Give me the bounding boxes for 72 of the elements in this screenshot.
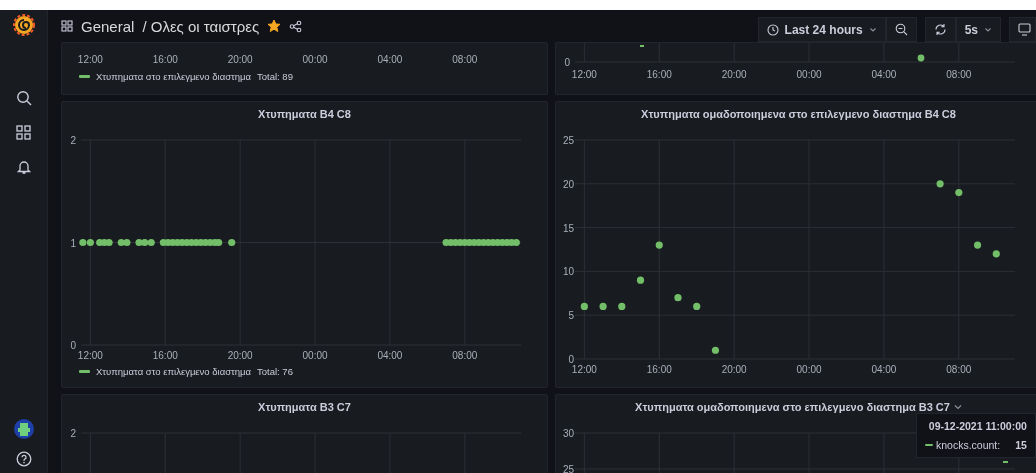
legend-total: Total: 89 bbox=[257, 71, 293, 82]
caret-icon bbox=[868, 26, 877, 33]
zoom-out-icon bbox=[894, 23, 908, 36]
panel-title[interactable]: Χτυπηματα ομαδοποιημενα στο επιλεγμενο διαστημα B4 C8 bbox=[641, 108, 956, 120]
axis-label: 0 bbox=[70, 340, 76, 351]
axis-label: 25 bbox=[562, 464, 574, 473]
axis-label: 04:00 bbox=[377, 54, 403, 65]
panel-title[interactable]: Χτυπηματα B4 C8 bbox=[258, 108, 351, 120]
axis-label: 12:00 bbox=[77, 54, 103, 65]
help-icon[interactable] bbox=[15, 451, 32, 467]
caret-icon[interactable] bbox=[953, 404, 962, 410]
axis-label: 04:00 bbox=[377, 350, 403, 361]
axis-label: 5 bbox=[568, 310, 574, 322]
axis-label: 20:00 bbox=[227, 350, 253, 361]
search-icon[interactable] bbox=[15, 90, 32, 106]
axis-label: 00:00 bbox=[796, 69, 822, 80]
axis-label: 08:00 bbox=[946, 364, 972, 375]
axis-label: 00:00 bbox=[302, 350, 328, 361]
axis-label: 08:00 bbox=[946, 69, 972, 80]
axis-label: 20 bbox=[562, 178, 574, 190]
axis-label: 12:00 bbox=[571, 364, 597, 375]
axis-label: 25 bbox=[562, 135, 574, 146]
axis-label: 20:00 bbox=[721, 364, 747, 375]
axis-label: 20:00 bbox=[721, 69, 747, 80]
axis-label: 12:00 bbox=[571, 69, 597, 80]
axis-label: 2 bbox=[70, 135, 76, 146]
axis-label: 0 bbox=[564, 57, 570, 68]
breadcrumb-link[interactable]: General bbox=[81, 17, 135, 35]
dashboards-icon bbox=[61, 20, 73, 32]
dashboard-title[interactable]: / Ολες οι ταιστρες bbox=[142, 17, 260, 35]
axis-label: 08:00 bbox=[452, 54, 478, 65]
tooltip-time: 09-12-2021 11:00:00 bbox=[928, 420, 1027, 432]
tooltip-value: 15 bbox=[1015, 439, 1027, 451]
axis-label: 04:00 bbox=[871, 69, 897, 80]
panel-title[interactable]: Χτυπηματα ομαδοποιημενα στο επιλεγμενο διαστημα B3 C7 bbox=[635, 401, 950, 413]
axis-label: 2 bbox=[70, 428, 76, 439]
axis-label: 04:00 bbox=[871, 364, 897, 375]
share-icon[interactable] bbox=[289, 19, 303, 33]
dashboards-icon[interactable] bbox=[16, 125, 31, 140]
axis-label: 12:00 bbox=[77, 350, 103, 361]
axis-label: 15 bbox=[562, 222, 574, 234]
zoom-out-button[interactable] bbox=[885, 17, 917, 42]
refresh-button[interactable] bbox=[924, 17, 956, 42]
refresh-icon bbox=[933, 23, 947, 36]
axis-label: 1 bbox=[70, 237, 76, 249]
axis-label: 16:00 bbox=[152, 350, 178, 361]
monitor-icon bbox=[1018, 23, 1031, 36]
axis-label: 0 bbox=[568, 354, 574, 365]
logo-icon[interactable] bbox=[12, 14, 35, 36]
clock-icon bbox=[766, 23, 779, 36]
time-range-picker[interactable]: Last 24 hours bbox=[757, 17, 886, 42]
refresh-interval-picker[interactable]: 5s bbox=[955, 17, 1001, 42]
legend-total: Total: 76 bbox=[257, 366, 293, 377]
caret-icon bbox=[984, 26, 992, 33]
axis-label: 30 bbox=[562, 428, 574, 439]
axis-label: 08:00 bbox=[452, 350, 478, 361]
axis-label: 16:00 bbox=[646, 69, 672, 80]
axis-label: 16:00 bbox=[152, 54, 178, 65]
bell-icon[interactable] bbox=[16, 159, 31, 175]
axis-label: 10 bbox=[562, 266, 574, 278]
axis-label: 20:00 bbox=[227, 54, 253, 65]
panel-title[interactable]: Χτυπηματα B3 C7 bbox=[258, 401, 351, 413]
axis-label: 16:00 bbox=[646, 364, 672, 375]
avatar-icon[interactable] bbox=[13, 419, 34, 439]
tv-mode-button[interactable] bbox=[1009, 17, 1036, 42]
legend-label[interactable]: Χτυπηματα στο επιλεγμενο διαστημα bbox=[96, 71, 251, 82]
axis-label: 00:00 bbox=[796, 364, 822, 375]
data-point bbox=[917, 54, 925, 62]
tooltip-series: knocks.count: bbox=[936, 439, 1001, 451]
star-icon[interactable] bbox=[267, 19, 282, 33]
legend-label[interactable]: Χτυπηματα στο επιλεγμενο διαστημα bbox=[96, 366, 251, 377]
axis-label: 00:00 bbox=[302, 54, 328, 65]
